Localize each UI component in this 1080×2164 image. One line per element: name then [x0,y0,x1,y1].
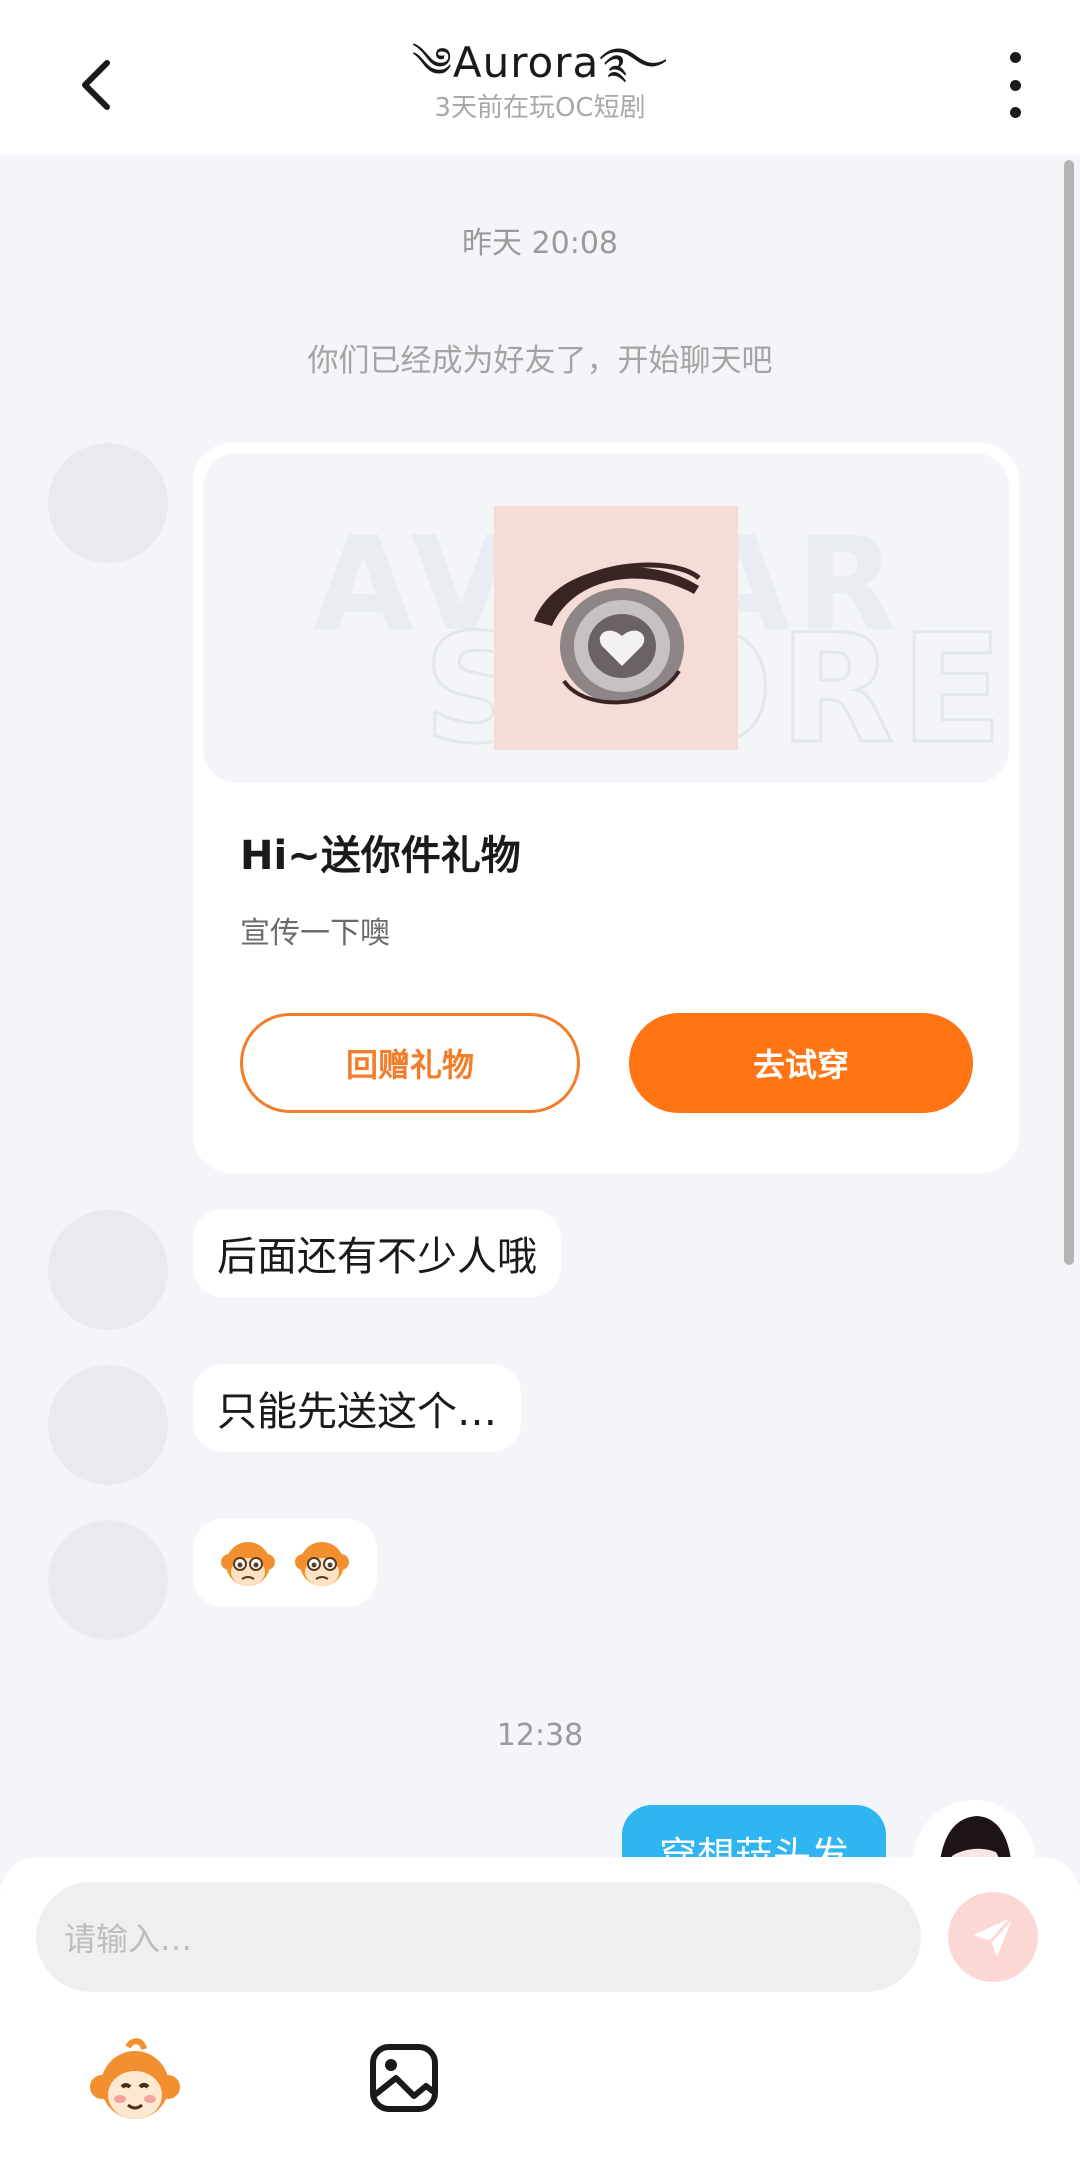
message-input[interactable]: 请输入… [36,1882,921,1992]
emoji-message-bubble[interactable] [193,1519,377,1607]
gift-eye-image [494,506,738,750]
sender-avatar[interactable] [48,1365,168,1485]
chat-scrollbar[interactable] [1064,160,1074,1265]
gift-card[interactable]: AVATAR STORE Hi~送你件礼物 宣传一下噢 回赠礼物 去试穿 [193,443,1019,1173]
sender-avatar[interactable] [48,1520,168,1640]
contact-status: 3天前在玩OC短剧 [434,93,646,123]
timestamp: 昨天 20:08 [462,226,618,261]
return-gift-button[interactable]: 回赠礼物 [240,1013,580,1113]
gift-title: Hi~送你件礼物 [240,833,521,879]
emoji-button[interactable] [90,2037,180,2127]
more-button[interactable] [990,52,1040,118]
sender-avatar[interactable] [48,1210,168,1330]
chat-header: ༄Aurora࿐ 3天前在玩OC短剧 [0,0,1080,155]
monkey-emoji-icon [221,1542,275,1586]
message-bubble[interactable]: 后面还有不少人哦 [193,1209,561,1297]
sender-avatar[interactable] [48,443,168,563]
image-button[interactable] [368,2042,440,2114]
send-button[interactable] [948,1892,1038,1982]
contact-name: ༄Aurora࿐ [411,38,669,87]
image-icon [370,2044,438,2112]
gift-preview: AVATAR STORE [203,453,1009,783]
more-vertical-icon [1009,52,1021,63]
monkey-emoji-icon [295,1542,349,1586]
message-bubble[interactable]: 只能先送这个… [193,1364,521,1452]
monkey-emoji-icon [90,2038,180,2119]
try-on-button[interactable]: 去试穿 [629,1013,973,1113]
chat-title-block: ༄Aurora࿐ 3天前在玩OC短剧 [0,38,1080,124]
send-icon [973,1915,1015,1957]
timestamp: 12:38 [496,1718,584,1753]
gift-description: 宣传一下噢 [240,916,390,951]
system-notice: 你们已经成为好友了，开始聊天吧 [307,343,773,379]
input-bar: 请输入… [0,1857,1080,2164]
